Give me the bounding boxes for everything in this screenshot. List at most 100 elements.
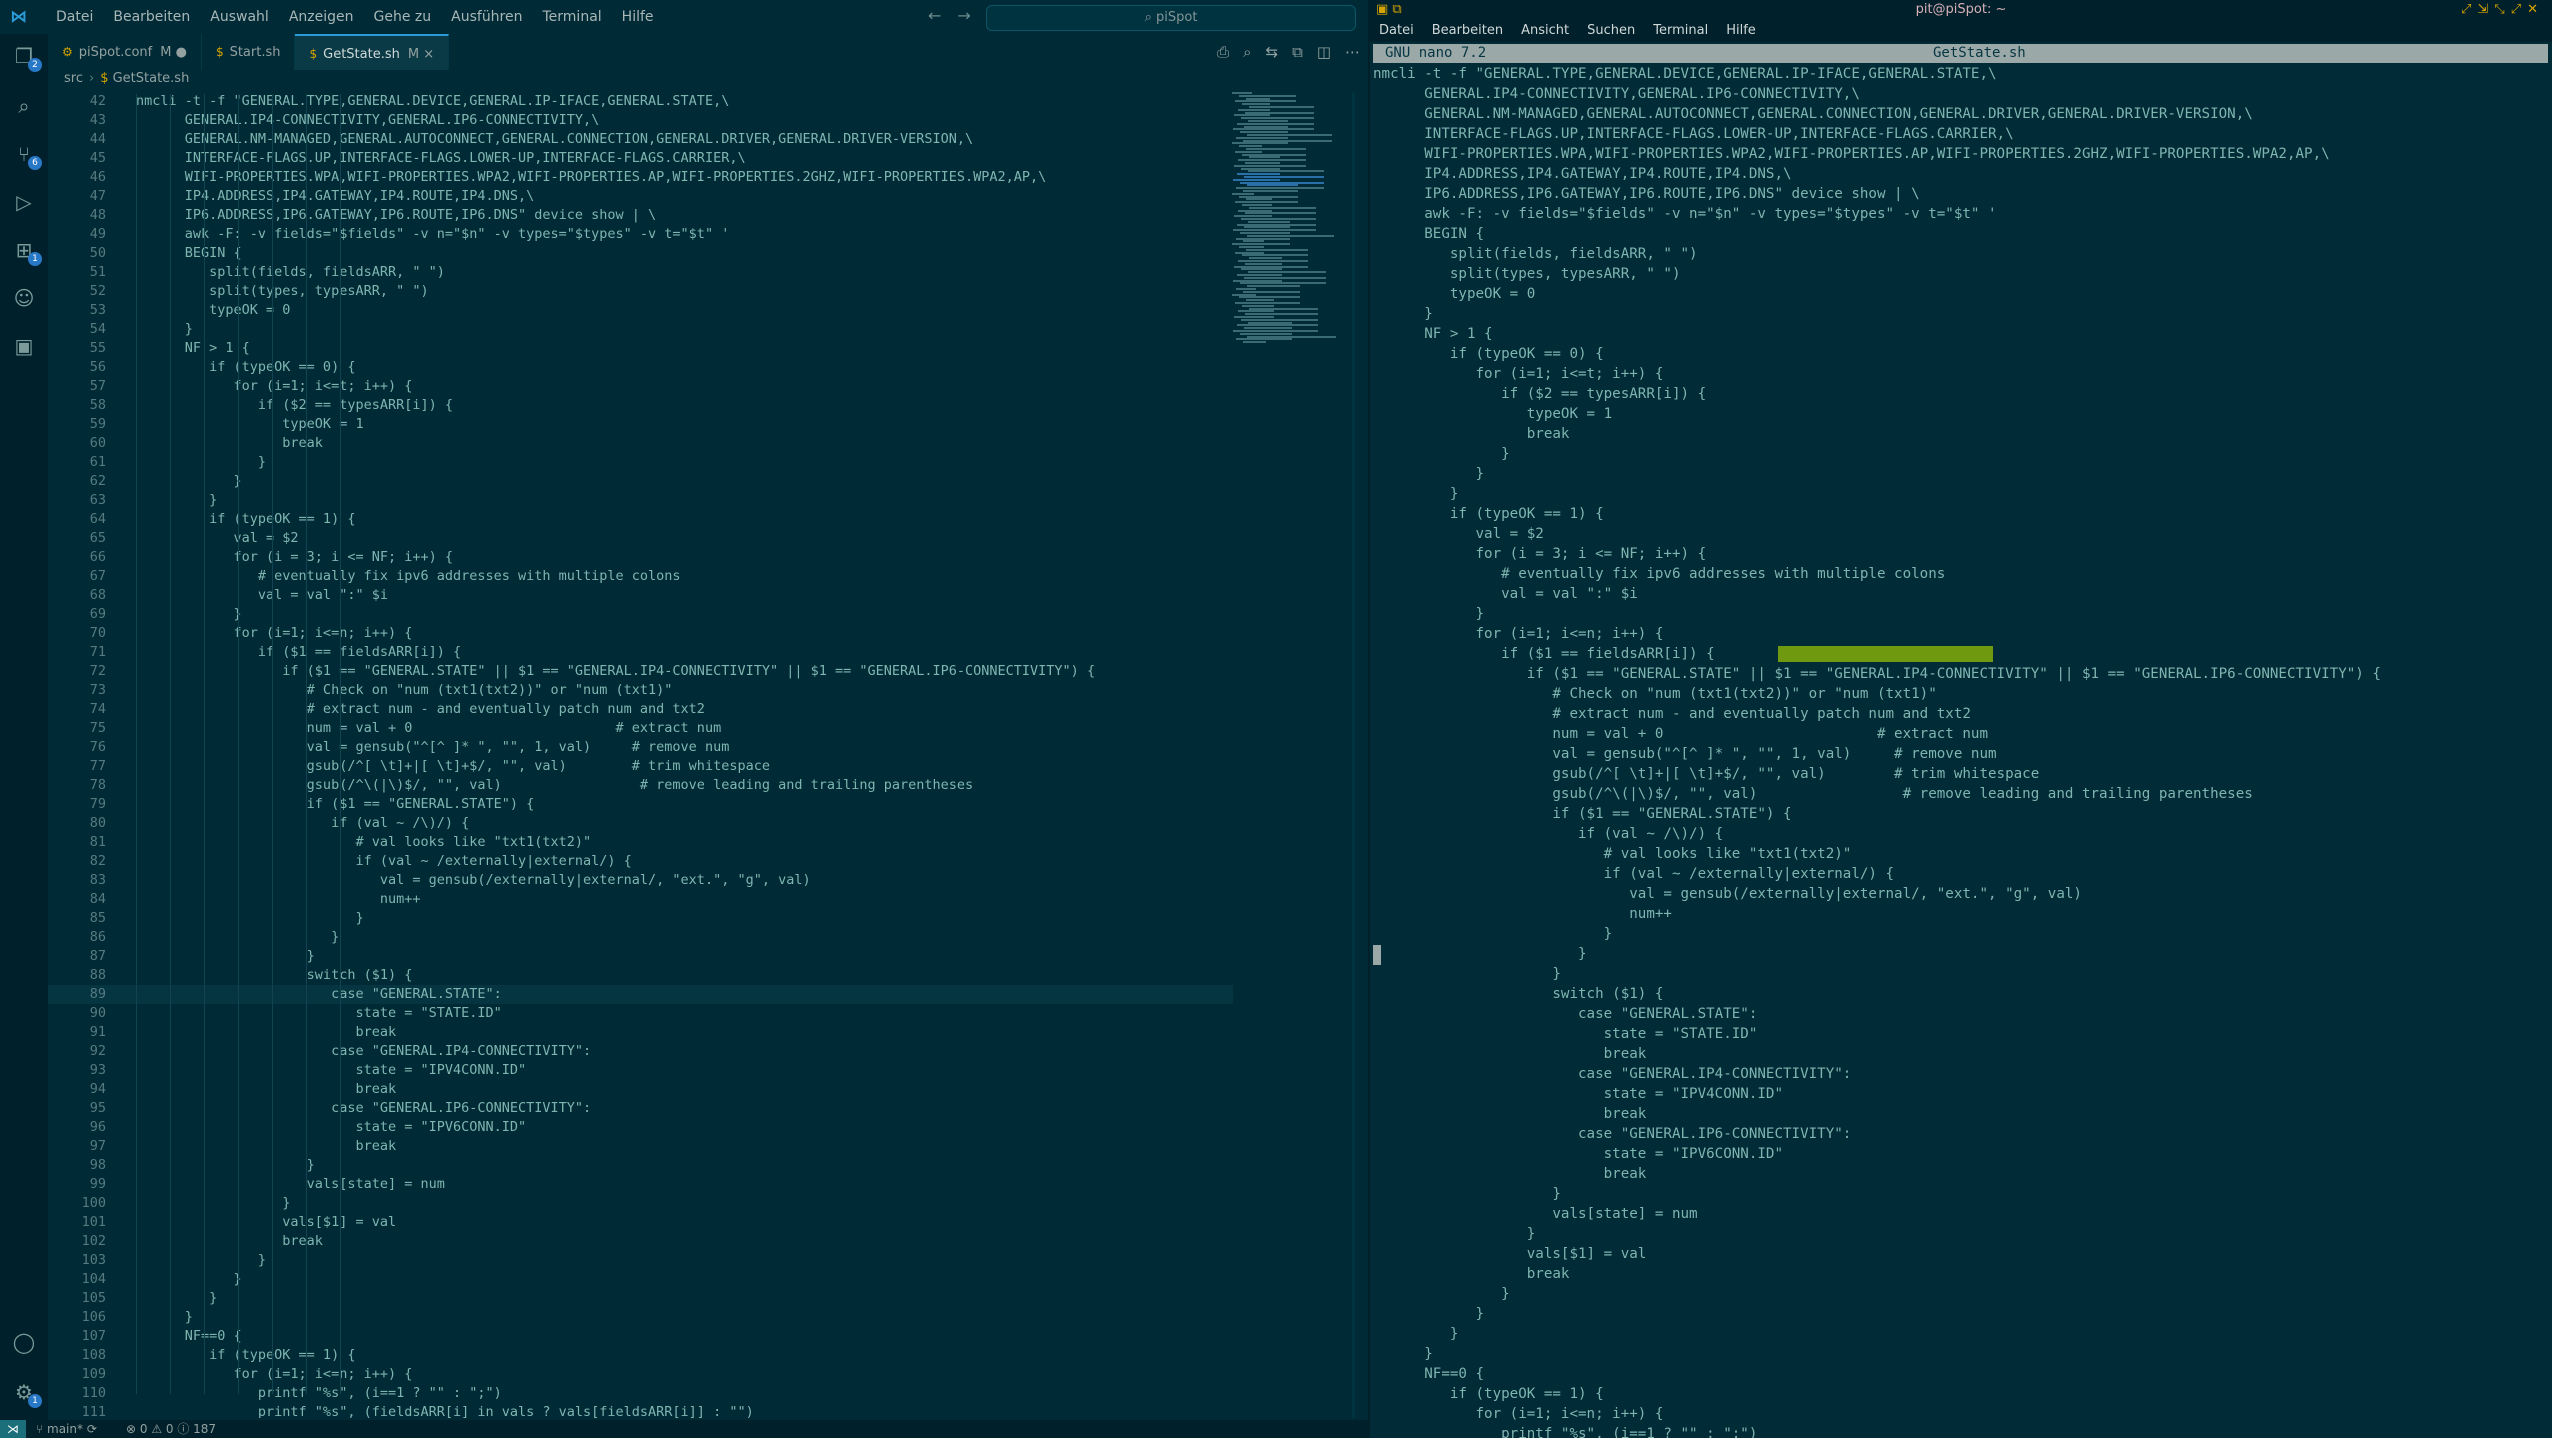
breadcrumb-folder[interactable]: src — [64, 71, 83, 86]
code-line[interactable]: 92 case "GENERAL.IP4-CONNECTIVITY": — [48, 1042, 1233, 1061]
copilot-icon[interactable]: ☺ — [12, 286, 36, 310]
code-line[interactable]: 71 if ($1 == fieldsARR[i]) { — [48, 643, 1233, 662]
tab-start-sh[interactable]: $ Start.sh — [202, 34, 296, 70]
terminal-menu-item-2[interactable]: Ansicht — [1512, 20, 1578, 42]
code-line[interactable]: 58 if ($2 == typesARR[i]) { — [48, 396, 1233, 415]
code-line[interactable]: 57 for (i=1; i<=t; i++) { — [48, 377, 1233, 396]
code-line[interactable]: 81 # val looks like "txt1(txt2)" — [48, 833, 1233, 852]
code-line[interactable]: 103 } — [48, 1251, 1233, 1270]
forward-arrow-icon[interactable]: → — [957, 6, 970, 25]
code-line[interactable]: 105 } — [48, 1289, 1233, 1308]
menu-item-5[interactable]: Ausführen — [441, 0, 532, 34]
code-line[interactable]: 94 break — [48, 1080, 1233, 1099]
window-controls-icon[interactable]: ⤢⇲⤡⤢✕ — [2461, 0, 2544, 20]
code-line[interactable]: 96 state = "IPV6CONN.ID" — [48, 1118, 1233, 1137]
minimap[interactable] — [1228, 92, 1352, 352]
code-line[interactable]: 80 if (val ~ /\)/) { — [48, 814, 1233, 833]
code-line[interactable]: 99 vals[state] = num — [48, 1175, 1233, 1194]
open-changes-icon[interactable]: ⇆ — [1266, 43, 1279, 61]
code-editor[interactable]: 42 nmcli -t -f "GENERAL.TYPE,GENERAL.DEVI… — [48, 92, 1233, 1418]
tab-getstate-sh[interactable]: $ GetState.sh M × — [295, 34, 450, 70]
code-line[interactable]: 64 if (typeOK == 1) { — [48, 510, 1233, 529]
code-line[interactable]: 63 } — [48, 491, 1233, 510]
settings-gear-icon[interactable]: ⚙ 1 — [12, 1380, 42, 1408]
code-line[interactable]: 98 } — [48, 1156, 1233, 1175]
code-line[interactable]: 86 } — [48, 928, 1233, 947]
code-line[interactable]: 102 break — [48, 1232, 1233, 1251]
source-control-icon[interactable]: ⑂ 6 — [12, 142, 42, 170]
code-line[interactable]: 89 case "GENERAL.STATE": — [48, 985, 1233, 1004]
code-line[interactable]: 111 printf "%s", (fieldsARR[i] in vals ?… — [48, 1403, 1233, 1418]
code-line[interactable]: 68 val = val ":" $i — [48, 586, 1233, 605]
more-actions-icon[interactable]: ⋯ — [1345, 43, 1360, 61]
code-line[interactable]: 109 for (i=1; i<=n; i++) { — [48, 1365, 1233, 1384]
code-line[interactable]: 82 if (val ~ /externally|external/) { — [48, 852, 1233, 871]
code-line[interactable]: 104 } — [48, 1270, 1233, 1289]
code-line[interactable]: 108 if (typeOK == 1) { — [48, 1346, 1233, 1365]
code-line[interactable]: 53 typeOK = 0 — [48, 301, 1233, 320]
code-line[interactable]: 101 vals[$1] = val — [48, 1213, 1233, 1232]
terminal-menu-item-0[interactable]: Datei — [1370, 20, 1423, 42]
explorer-icon[interactable]: ❐ 2 — [12, 44, 42, 72]
code-line[interactable]: 107 NF==0 { — [48, 1327, 1233, 1346]
problems-indicator[interactable]: ⊗ 0 ⚠ 0 ⓘ 187 — [126, 1420, 216, 1438]
branch-indicator[interactable]: ⑂ main* ⟳ — [36, 1420, 97, 1438]
code-line[interactable]: 78 gsub(/^\(|\)$/, "", val) # remove lea… — [48, 776, 1233, 795]
code-line[interactable]: 87 } — [48, 947, 1233, 966]
code-line[interactable]: 69 } — [48, 605, 1233, 624]
search-icon[interactable]: ⌕ — [12, 94, 36, 118]
code-line[interactable]: 70 for (i=1; i<=n; i++) { — [48, 624, 1233, 643]
compare-icon[interactable]: ⧉ — [1292, 43, 1303, 61]
remote-explorer-icon[interactable]: ▣ — [12, 334, 36, 358]
command-center-search[interactable]: ⌕ piSpot — [986, 5, 1356, 31]
code-line[interactable]: 85 } — [48, 909, 1233, 928]
code-line[interactable]: 88 switch ($1) { — [48, 966, 1233, 985]
breadcrumb-file[interactable]: GetState.sh — [113, 71, 190, 86]
code-line[interactable]: 66 for (i = 3; i <= NF; i++) { — [48, 548, 1233, 567]
code-line[interactable]: 79 if ($1 == "GENERAL.STATE") { — [48, 795, 1233, 814]
remote-indicator-icon[interactable]: ⋊ — [0, 1420, 26, 1438]
code-line[interactable]: 67 # eventually fix ipv6 addresses with … — [48, 567, 1233, 586]
print-icon[interactable]: ⎙ — [1217, 43, 1229, 61]
terminal-menu-item-5[interactable]: Hilfe — [1717, 20, 1765, 42]
find-icon[interactable]: ⌕ — [1243, 43, 1251, 61]
extensions-icon[interactable]: ⊞ 1 — [12, 238, 42, 266]
code-line[interactable]: 95 case "GENERAL.IP6-CONNECTIVITY": — [48, 1099, 1233, 1118]
menu-item-1[interactable]: Bearbeiten — [103, 0, 200, 34]
menu-item-4[interactable]: Gehe zu — [364, 0, 442, 34]
tab-close-button[interactable]: M × — [408, 47, 434, 62]
code-line[interactable]: 60 break — [48, 434, 1233, 453]
code-line[interactable]: 55 NF > 1 { — [48, 339, 1233, 358]
editor-scrollbar[interactable] — [1352, 92, 1355, 1418]
account-icon[interactable]: ◯ — [12, 1330, 36, 1354]
code-line[interactable]: 42 nmcli -t -f "GENERAL.TYPE,GENERAL.DEVI… — [48, 92, 1233, 111]
back-arrow-icon[interactable]: ← — [928, 6, 941, 25]
code-line[interactable]: 51 split(fields, fieldsARR, " ") — [48, 263, 1233, 282]
code-line[interactable]: 50 BEGIN { — [48, 244, 1233, 263]
code-line[interactable]: 62 } — [48, 472, 1233, 491]
code-line[interactable]: 56 if (typeOK == 0) { — [48, 358, 1233, 377]
code-line[interactable]: 84 num++ — [48, 890, 1233, 909]
code-line[interactable]: 61 } — [48, 453, 1233, 472]
terminal-menu-item-3[interactable]: Suchen — [1578, 20, 1644, 42]
nano-editor[interactable]: nmcli -t -f "GENERAL.TYPE,GENERAL.DEVICE… — [1373, 64, 2548, 1438]
menu-item-6[interactable]: Terminal — [533, 0, 612, 34]
menu-item-7[interactable]: Hilfe — [612, 0, 664, 34]
code-line[interactable]: 97 break — [48, 1137, 1233, 1156]
code-line[interactable]: 44 GENERAL.NM-MANAGED,GENERAL.AUTOCONNEC… — [48, 130, 1233, 149]
menu-item-0[interactable]: Datei — [46, 0, 103, 34]
code-line[interactable]: 46 WIFI-PROPERTIES.WPA,WIFI-PROPERTIES.W… — [48, 168, 1233, 187]
menu-item-3[interactable]: Anzeigen — [279, 0, 364, 34]
code-line[interactable]: 106 } — [48, 1308, 1233, 1327]
code-line[interactable]: 54 } — [48, 320, 1233, 339]
code-line[interactable]: 65 val = $2 — [48, 529, 1233, 548]
code-line[interactable]: 77 gsub(/^[ \t]+|[ \t]+$/, "", val) # tr… — [48, 757, 1233, 776]
code-line[interactable]: 43 GENERAL.IP4-CONNECTIVITY,GENERAL.IP6-… — [48, 111, 1233, 130]
split-editor-icon[interactable]: ◫ — [1317, 43, 1331, 61]
code-line[interactable]: 59 typeOK = 1 — [48, 415, 1233, 434]
code-line[interactable]: 93 state = "IPV4CONN.ID" — [48, 1061, 1233, 1080]
code-line[interactable]: 72 if ($1 == "GENERAL.STATE" || $1 == "G… — [48, 662, 1233, 681]
code-line[interactable]: 52 split(types, typesARR, " ") — [48, 282, 1233, 301]
menu-item-2[interactable]: Auswahl — [200, 0, 279, 34]
tab-pispot-conf[interactable]: ⚙ piSpot.conf M ● — [48, 34, 202, 70]
